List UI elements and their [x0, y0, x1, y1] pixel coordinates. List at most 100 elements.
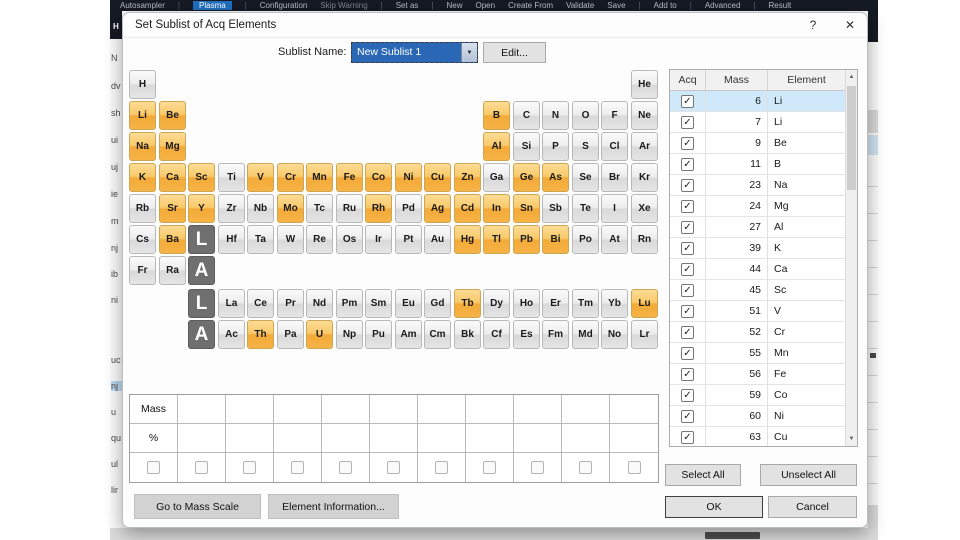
menu-item-plasma[interactable]: Plasma	[193, 1, 232, 10]
element-cell-Fr[interactable]: Fr	[129, 256, 156, 285]
element-cell-Na[interactable]: Na	[129, 132, 156, 161]
element-cell-P[interactable]: P	[542, 132, 569, 161]
table-row[interactable]: ✓27Al	[670, 217, 857, 238]
element-cell-Ra[interactable]: Ra	[159, 256, 186, 285]
element-cell-Mn[interactable]: Mn	[306, 163, 333, 192]
element-cell-Pa[interactable]: Pa	[277, 320, 304, 349]
unselect-all-button[interactable]: Unselect All	[760, 464, 857, 486]
element-cell-Fe[interactable]: Fe	[336, 163, 363, 192]
ok-button[interactable]: OK	[665, 496, 763, 518]
mass-checkbox[interactable]	[531, 461, 544, 474]
element-cell-Pt[interactable]: Pt	[395, 225, 422, 254]
acq-checkbox[interactable]: ✓	[681, 116, 694, 129]
element-cell-Tb[interactable]: Tb	[454, 289, 481, 318]
element-cell-Md[interactable]: Md	[572, 320, 599, 349]
element-cell-Al[interactable]: Al	[483, 132, 510, 161]
element-cell-As[interactable]: As	[542, 163, 569, 192]
table-row[interactable]: ✓63Cu	[670, 427, 857, 447]
element-cell-Ac[interactable]: Ac	[218, 320, 245, 349]
acq-checkbox[interactable]: ✓	[681, 347, 694, 360]
element-cell-Nb[interactable]: Nb	[247, 194, 274, 223]
element-cell-Ca[interactable]: Ca	[159, 163, 186, 192]
scroll-down-icon[interactable]: ▼	[846, 436, 857, 442]
element-cell-S[interactable]: S	[572, 132, 599, 161]
element-cell-Zn[interactable]: Zn	[454, 163, 481, 192]
element-cell-Cu[interactable]: Cu	[424, 163, 451, 192]
element-cell-Pm[interactable]: Pm	[336, 289, 363, 318]
element-cell-Ge[interactable]: Ge	[513, 163, 540, 192]
table-row[interactable]: ✓44Ca	[670, 259, 857, 280]
element-cell-Ta[interactable]: Ta	[247, 225, 274, 254]
table-row[interactable]: ✓6Li	[670, 91, 857, 112]
close-icon[interactable]: ✕	[839, 13, 861, 37]
element-cell-C[interactable]: C	[513, 101, 540, 130]
element-cell-Ti[interactable]: Ti	[218, 163, 245, 192]
element-cell-He[interactable]: He	[631, 70, 658, 99]
element-cell-F[interactable]: F	[601, 101, 628, 130]
element-cell-Pu[interactable]: Pu	[365, 320, 392, 349]
mass-checkbox[interactable]	[435, 461, 448, 474]
table-row[interactable]: ✓52Cr	[670, 322, 857, 343]
table-row[interactable]: ✓60Ni	[670, 406, 857, 427]
table-row[interactable]: ✓23Na	[670, 175, 857, 196]
element-cell-Mg[interactable]: Mg	[159, 132, 186, 161]
table-row[interactable]: ✓11B	[670, 154, 857, 175]
menu-item-new[interactable]: New	[446, 1, 462, 10]
acq-checkbox[interactable]: ✓	[681, 431, 694, 444]
element-cell-Es[interactable]: Es	[513, 320, 540, 349]
element-cell-Po[interactable]: Po	[572, 225, 599, 254]
sublist-name-combobox[interactable]: New Sublist 1 ▼	[351, 42, 478, 63]
element-cell-Tm[interactable]: Tm	[572, 289, 599, 318]
menu-item-skip-warning[interactable]: Skip Warning	[320, 1, 367, 10]
acq-checkbox[interactable]: ✓	[681, 200, 694, 213]
element-cell-Lr[interactable]: Lr	[631, 320, 658, 349]
select-all-button[interactable]: Select All	[665, 464, 741, 486]
element-cell-H[interactable]: H	[129, 70, 156, 99]
menu-item-create-from[interactable]: Create From	[508, 1, 553, 10]
menu-item-validate[interactable]: Validate	[566, 1, 594, 10]
menu-item-advanced[interactable]: Advanced	[705, 1, 741, 10]
element-cell-Yb[interactable]: Yb	[601, 289, 628, 318]
column-header-acq[interactable]: Acq	[670, 70, 706, 90]
menu-item-configuration[interactable]: Configuration	[260, 1, 308, 10]
acq-checkbox[interactable]: ✓	[681, 305, 694, 318]
acq-checkbox[interactable]: ✓	[681, 368, 694, 381]
table-row[interactable]: ✓24Mg	[670, 196, 857, 217]
element-cell-Mo[interactable]: Mo	[277, 194, 304, 223]
element-cell-Lu[interactable]: Lu	[631, 289, 658, 318]
element-cell-Xe[interactable]: Xe	[631, 194, 658, 223]
table-row[interactable]: ✓7Li	[670, 112, 857, 133]
element-cell-Np[interactable]: Np	[336, 320, 363, 349]
element-cell-Th[interactable]: Th	[247, 320, 274, 349]
element-cell-Cm[interactable]: Cm	[424, 320, 451, 349]
element-cell-Sr[interactable]: Sr	[159, 194, 186, 223]
menu-item-result[interactable]: Result	[769, 1, 792, 10]
menu-item-add-to[interactable]: Add to	[654, 1, 677, 10]
acq-checkbox[interactable]: ✓	[681, 263, 694, 276]
acq-checkbox[interactable]: ✓	[681, 326, 694, 339]
element-cell-Te[interactable]: Te	[572, 194, 599, 223]
element-cell-Eu[interactable]: Eu	[395, 289, 422, 318]
element-cell-Si[interactable]: Si	[513, 132, 540, 161]
element-cell-Pd[interactable]: Pd	[395, 194, 422, 223]
acq-checkbox[interactable]: ✓	[681, 242, 694, 255]
mass-checkbox[interactable]	[147, 461, 160, 474]
element-cell-Zr[interactable]: Zr	[218, 194, 245, 223]
element-cell-Ga[interactable]: Ga	[483, 163, 510, 192]
element-cell-Sb[interactable]: Sb	[542, 194, 569, 223]
element-cell-Cf[interactable]: Cf	[483, 320, 510, 349]
scrollbar[interactable]: ▲ ▼	[845, 70, 857, 446]
element-cell-Hg[interactable]: Hg	[454, 225, 481, 254]
help-button[interactable]: ?	[803, 13, 823, 37]
element-cell-B[interactable]: B	[483, 101, 510, 130]
element-cell-Kr[interactable]: Kr	[631, 163, 658, 192]
element-cell-Nd[interactable]: Nd	[306, 289, 333, 318]
element-cell-V[interactable]: V	[247, 163, 274, 192]
cancel-button[interactable]: Cancel	[768, 496, 857, 518]
column-header-element[interactable]: Element	[768, 70, 845, 90]
scrollbar-thumb[interactable]	[847, 86, 856, 190]
element-cell-W[interactable]: W	[277, 225, 304, 254]
element-information-button[interactable]: Element Information...	[268, 494, 399, 519]
mass-checkbox[interactable]	[483, 461, 496, 474]
element-cell-Li[interactable]: Li	[129, 101, 156, 130]
